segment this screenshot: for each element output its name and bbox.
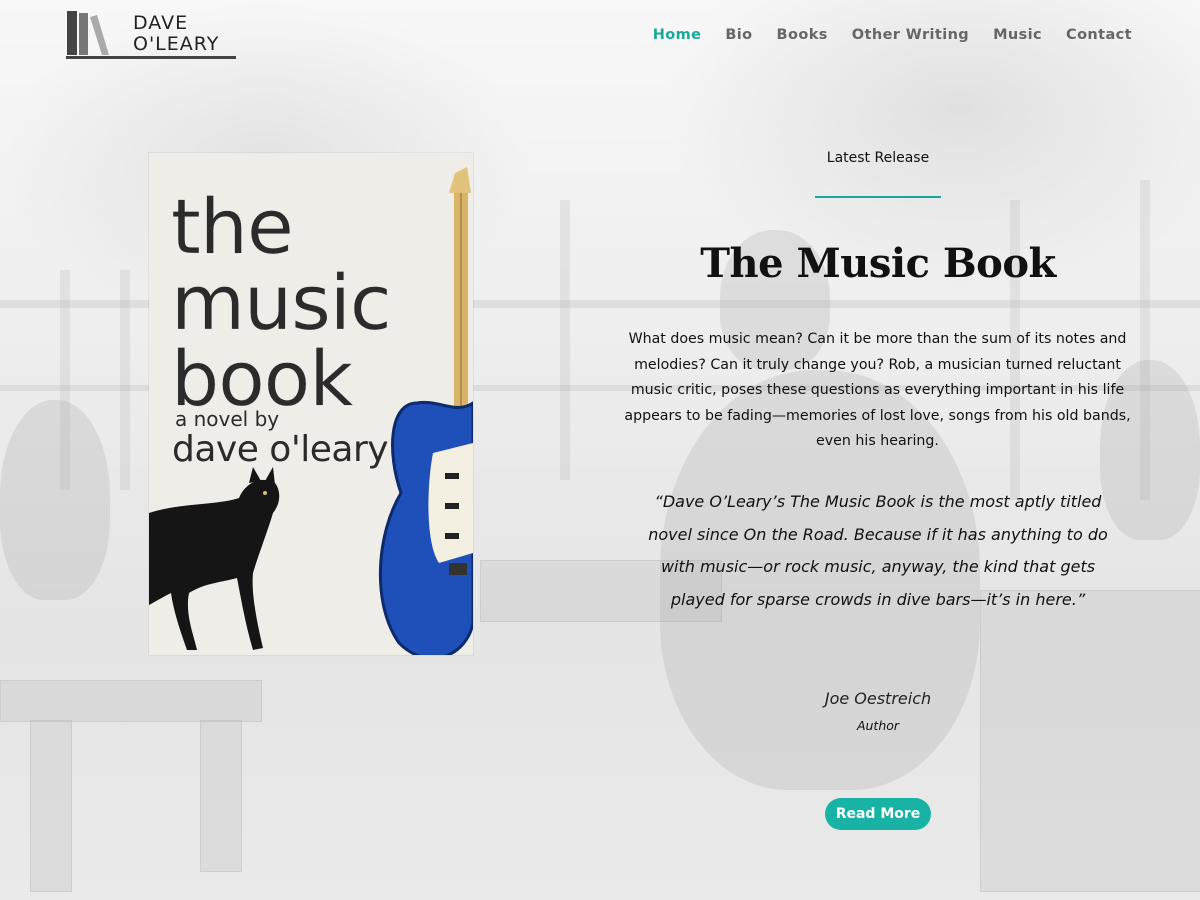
testimonial-author: Joe Oestreich — [824, 689, 932, 708]
site-logo[interactable]: DAVE O'LEARY — [66, 9, 238, 61]
logo-underline — [66, 56, 236, 59]
nav-item-bio[interactable]: Bio — [725, 27, 752, 43]
nav-item-books[interactable]: Books — [777, 27, 828, 43]
latest-release-label: Latest Release — [826, 150, 930, 166]
cover-title: the music book — [171, 182, 392, 423]
cover-title-line: book — [171, 334, 354, 423]
cover-author: dave o'leary — [172, 429, 389, 470]
bookshelf-logo-icon — [66, 9, 126, 57]
book-title: The Music Book — [700, 240, 1056, 287]
nav-item-music[interactable]: Music — [993, 27, 1042, 43]
read-more-button[interactable]: Read More — [825, 798, 931, 830]
logo-line-2: O'LEARY — [133, 33, 220, 55]
logo-text: DAVE O'LEARY — [133, 13, 219, 55]
cover-title-line: the — [171, 182, 294, 271]
nav-item-home[interactable]: Home — [653, 27, 702, 43]
site-header: DAVE O'LEARY Home Bio Books Other Writin… — [0, 0, 1200, 75]
cover-title-line: music — [171, 258, 392, 347]
testimonial-quote: “Dave O’Leary’s The Music Book is the mo… — [648, 492, 1108, 609]
accent-divider — [815, 196, 941, 198]
nav-item-contact[interactable]: Contact — [1066, 27, 1132, 43]
book-description: What does music mean? Can it be more tha… — [624, 331, 1131, 450]
nav-item-other-writing[interactable]: Other Writing — [852, 27, 969, 43]
main-nav: Home Bio Books Other Writing Music Conta… — [629, 27, 1132, 43]
cover-byline: a novel by — [175, 407, 280, 431]
logo-line-1: DAVE — [133, 12, 189, 34]
testimonial-role: Author — [856, 718, 900, 733]
book-cover-image[interactable]: the music book a novel by dave o'leary — [149, 153, 473, 655]
